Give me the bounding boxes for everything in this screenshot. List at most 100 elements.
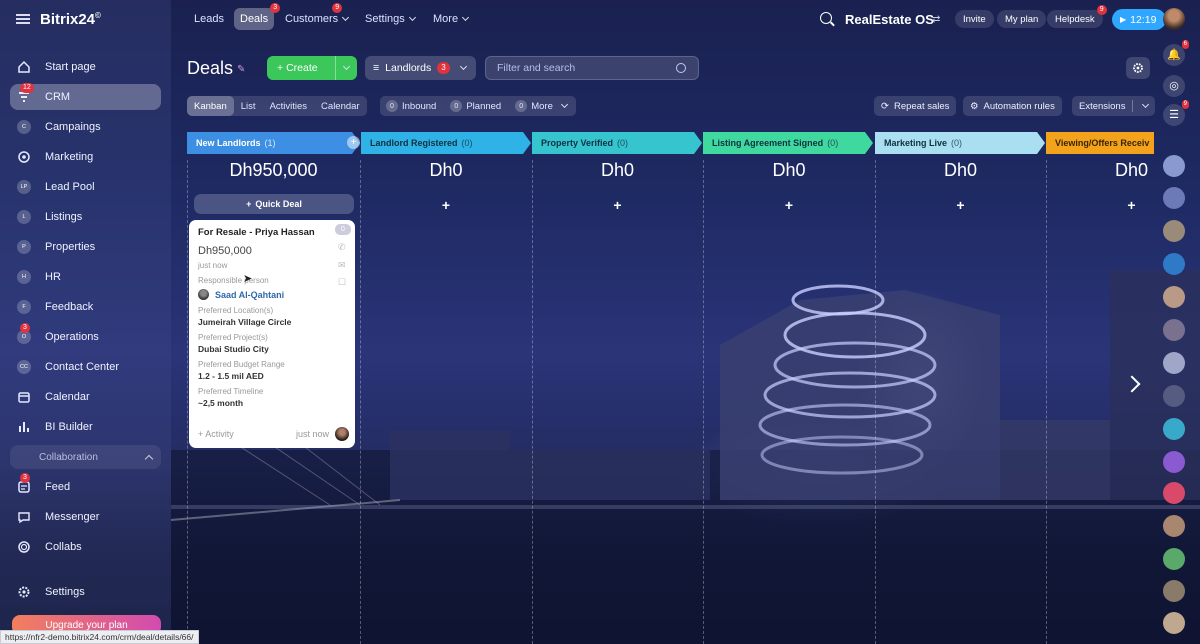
add-activity-link[interactable]: + Activity bbox=[198, 429, 234, 439]
sidebar-item-properties[interactable]: P Properties bbox=[10, 234, 161, 260]
sidebar-item-settings[interactable]: Settings bbox=[10, 579, 161, 605]
stage-header[interactable]: Property Verified (0) bbox=[532, 132, 702, 154]
company-name[interactable]: RealEstate OS bbox=[845, 12, 934, 27]
chat-icon[interactable]: 9 ☰ bbox=[1163, 100, 1189, 126]
chat-icon[interactable]: ☐ bbox=[338, 277, 349, 287]
sidebar-item-feed[interactable]: 3 Feed bbox=[10, 473, 161, 500]
sidebar-item-messenger[interactable]: Messenger bbox=[10, 504, 161, 530]
add-deal-icon[interactable]: + bbox=[532, 197, 703, 213]
repeat-sales-button[interactable]: ⟳ Repeat sales bbox=[874, 96, 957, 116]
contact-avatar[interactable] bbox=[1163, 385, 1185, 407]
contact-avatar[interactable] bbox=[1163, 220, 1185, 242]
view-list[interactable]: List bbox=[234, 96, 263, 116]
stage-header[interactable]: Listing Agreement Signed (0) bbox=[703, 132, 873, 154]
counters-bar: 0 Inbound 0 Planned 0 More bbox=[380, 96, 576, 116]
sidebar-item-label: HR bbox=[45, 271, 61, 283]
field-label: Preferred Project(s) bbox=[198, 333, 268, 342]
add-stage-icon[interactable]: + bbox=[347, 136, 360, 149]
tab-customers[interactable]: Customers 9 bbox=[279, 3, 354, 30]
my-plan-button[interactable]: My plan bbox=[997, 10, 1047, 28]
filter-preset-button[interactable]: ≡ Landlords 3 bbox=[365, 56, 476, 80]
contact-avatar[interactable] bbox=[1163, 319, 1185, 341]
sidebar-item-campaings[interactable]: C Campaings bbox=[10, 114, 161, 140]
tab-deals[interactable]: Deals 3 bbox=[234, 3, 281, 30]
contact-avatar[interactable] bbox=[1163, 515, 1185, 537]
sidebar-item-start-page[interactable]: Start page bbox=[10, 54, 161, 80]
phone-icon[interactable] bbox=[1163, 482, 1185, 504]
sidebar-item-operations[interactable]: O3 Operations bbox=[10, 323, 161, 350]
sidebar-item-collabs[interactable]: Collabs bbox=[10, 534, 161, 560]
contact-avatar[interactable] bbox=[1163, 286, 1185, 308]
collaboration-header[interactable]: Collaboration bbox=[10, 445, 161, 469]
menu-icon[interactable] bbox=[16, 14, 30, 24]
tab-leads[interactable]: Leads bbox=[188, 8, 230, 30]
search-input[interactable]: Filter and search bbox=[485, 56, 699, 80]
phone-icon[interactable]: ✆ bbox=[338, 242, 349, 252]
scroll-right-icon[interactable] bbox=[1123, 375, 1141, 393]
tab-settings[interactable]: Settings bbox=[359, 8, 421, 30]
invite-button[interactable]: Invite bbox=[955, 10, 994, 28]
responsible-person[interactable]: Saad Al-Qahtani bbox=[198, 289, 346, 300]
sidebar-item-lead-pool[interactable]: LP Lead Pool bbox=[10, 174, 161, 200]
automation-rules-button[interactable]: ⚙ Automation rules bbox=[963, 96, 1062, 116]
sidebar-item-crm[interactable]: 12 CRM bbox=[10, 83, 161, 110]
card-footer: + Activity just now bbox=[198, 427, 349, 441]
stage-header[interactable]: Viewing/Offers Receiv bbox=[1046, 132, 1154, 154]
contact-avatar[interactable] bbox=[1163, 451, 1185, 473]
sidebar-item-label: Marketing bbox=[45, 151, 94, 163]
create-label: Create bbox=[286, 62, 318, 74]
counter-inbound[interactable]: 0 Inbound bbox=[386, 100, 436, 112]
counter-more[interactable]: 0 More bbox=[515, 100, 568, 112]
view-calendar[interactable]: Calendar bbox=[314, 96, 367, 116]
stage-name: Viewing/Offers Receiv bbox=[1055, 138, 1150, 148]
view-kanban[interactable]: Kanban bbox=[187, 96, 234, 116]
add-deal-icon[interactable]: + bbox=[875, 197, 1046, 213]
stage-header[interactable]: Marketing Live (0) bbox=[875, 132, 1045, 154]
sidebar-item-feedback[interactable]: F Feedback bbox=[10, 294, 161, 320]
sidebar-item-contact-center[interactable]: CC Contact Center bbox=[10, 354, 161, 380]
add-deal-icon[interactable]: + bbox=[360, 197, 532, 213]
quick-deal-button[interactable]: + Quick Deal bbox=[194, 194, 354, 214]
helpdesk-button[interactable]: Helpdesk 9 bbox=[1047, 5, 1107, 28]
helpdesk-badge: 9 bbox=[1096, 5, 1107, 15]
tab-label: More bbox=[433, 13, 459, 25]
sidebar-item-label: Contact Center bbox=[45, 361, 119, 373]
sidebar-item-hr[interactable]: H HR bbox=[10, 264, 161, 290]
settings-gear-button[interactable] bbox=[1126, 57, 1150, 79]
contact-avatar[interactable] bbox=[1163, 612, 1185, 634]
contact-avatar[interactable] bbox=[1163, 580, 1185, 602]
chevron-down-icon[interactable] bbox=[335, 56, 357, 80]
contact-avatar[interactable] bbox=[1163, 253, 1185, 275]
stage-count: (0) bbox=[617, 138, 629, 148]
contact-avatar[interactable] bbox=[1163, 187, 1185, 209]
sidebar-item-listings[interactable]: L Listings bbox=[10, 204, 161, 230]
pin-icon[interactable]: ✎ bbox=[237, 64, 245, 75]
copilot-icon[interactable]: ◎ bbox=[1163, 75, 1185, 97]
contact-avatar[interactable] bbox=[1163, 548, 1185, 570]
contact-avatar[interactable] bbox=[1163, 418, 1185, 440]
tab-more[interactable]: More bbox=[427, 8, 474, 30]
stage-header[interactable]: Landlord Registered (0) bbox=[361, 132, 531, 154]
sidebar-item-calendar[interactable]: Calendar bbox=[10, 384, 161, 410]
stage-header[interactable]: New Landlords (1) bbox=[187, 132, 360, 154]
view-activities[interactable]: Activities bbox=[263, 96, 314, 116]
notifications-icon[interactable]: 6 🔔 bbox=[1163, 40, 1189, 66]
contact-avatar[interactable] bbox=[1163, 155, 1185, 177]
mail-icon[interactable]: ✉ bbox=[338, 260, 349, 270]
sidebar-item-label: Start page bbox=[45, 61, 96, 73]
app-logo[interactable]: Bitrix24© bbox=[40, 11, 101, 28]
extensions-button[interactable]: Extensions bbox=[1072, 96, 1156, 116]
work-time-button[interactable]: ▶ 12:19 bbox=[1112, 9, 1166, 30]
contact-avatar[interactable] bbox=[1163, 352, 1185, 374]
user-avatar[interactable] bbox=[1163, 8, 1185, 30]
counter-planned[interactable]: 0 Planned bbox=[450, 100, 501, 112]
add-deal-icon[interactable]: + bbox=[703, 197, 875, 213]
sidebar-item-bi-builder[interactable]: BI Builder bbox=[10, 414, 161, 440]
sidebar-item-marketing[interactable]: Marketing bbox=[10, 144, 161, 170]
create-button[interactable]: + Create bbox=[267, 56, 357, 80]
person-name[interactable]: Saad Al-Qahtani bbox=[215, 290, 284, 300]
chart-icon bbox=[16, 419, 32, 435]
deal-card[interactable]: For Resale - Priya Hassan 0 ✆ ✉ ☐ Dh950,… bbox=[189, 220, 355, 448]
deal-title[interactable]: For Resale - Priya Hassan bbox=[198, 227, 346, 238]
collabs-icon bbox=[16, 539, 32, 555]
